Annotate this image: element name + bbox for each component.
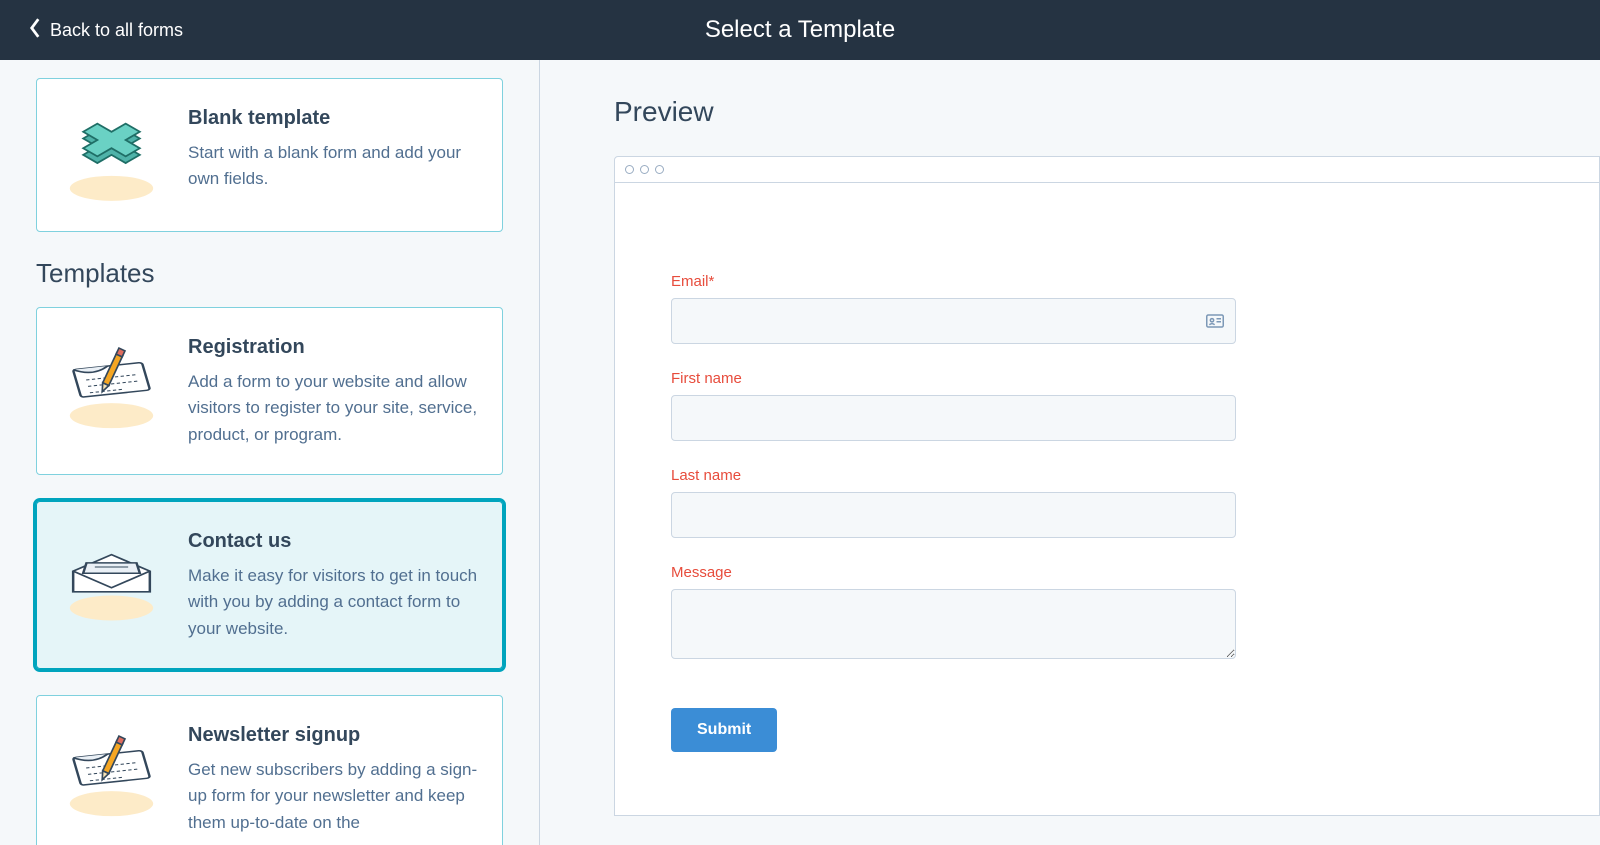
field-label-first-name: First name <box>671 370 1236 387</box>
preview-heading: Preview <box>614 96 1600 128</box>
template-card-newsletter[interactable]: Newsletter signup Get new subscribers by… <box>36 695 503 845</box>
browser-dots <box>615 157 1599 183</box>
plus-icon <box>59 105 164 205</box>
back-label: Back to all forms <box>50 20 183 41</box>
paper-pencil-icon <box>59 722 164 822</box>
card-desc: Get new subscribers by adding a sign-up … <box>188 757 480 836</box>
app-header: Back to all forms Select a Template <box>0 0 1600 60</box>
field-label-email: Email* <box>671 273 1236 290</box>
template-card-contact[interactable]: Contact us Make it easy for visitors to … <box>36 501 503 669</box>
chevron-left-icon <box>28 17 42 44</box>
preview-browser-frame: Email* <box>614 156 1600 816</box>
contact-card-icon <box>1206 314 1224 328</box>
card-desc: Add a form to your website and allow vis… <box>188 369 480 448</box>
paper-pencil-icon <box>59 334 164 434</box>
card-desc: Start with a blank form and add your own… <box>188 140 480 193</box>
first-name-field[interactable] <box>671 395 1236 441</box>
last-name-field[interactable] <box>671 492 1236 538</box>
message-field[interactable] <box>671 589 1236 659</box>
field-label-message: Message <box>671 564 1236 581</box>
preview-panel: Preview Email* <box>540 60 1600 845</box>
browser-dot-icon <box>640 165 649 174</box>
template-sidebar: Blank template Start with a blank form a… <box>0 60 540 845</box>
templates-heading: Templates <box>36 258 503 289</box>
field-label-last-name: Last name <box>671 467 1236 484</box>
email-field[interactable] <box>671 298 1236 344</box>
submit-button[interactable]: Submit <box>671 708 777 752</box>
card-desc: Make it easy for visitors to get in touc… <box>188 563 480 642</box>
template-card-blank[interactable]: Blank template Start with a blank form a… <box>36 78 503 232</box>
browser-dot-icon <box>625 165 634 174</box>
card-title: Registration <box>188 336 480 359</box>
card-title: Blank template <box>188 107 480 130</box>
page-title: Select a Template <box>705 16 895 44</box>
card-title: Contact us <box>188 530 480 553</box>
back-to-forms-link[interactable]: Back to all forms <box>0 17 183 44</box>
browser-dot-icon <box>655 165 664 174</box>
card-title: Newsletter signup <box>188 724 480 747</box>
template-card-registration[interactable]: Registration Add a form to your website … <box>36 307 503 475</box>
envelope-icon <box>59 528 164 628</box>
